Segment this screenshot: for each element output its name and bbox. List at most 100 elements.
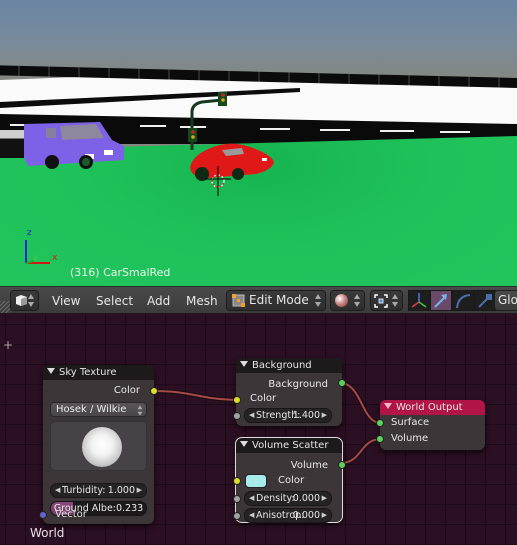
decrement-arrow-icon[interactable]: ◀: [249, 492, 254, 505]
link-volume-to-output: [341, 437, 381, 465]
increment-arrow-icon[interactable]: ▶: [322, 509, 327, 522]
volume-scatter-node[interactable]: Volume Scatter Volume Color ◀ Density: 0…: [233, 437, 346, 523]
anisotropy-field[interactable]: ◀ Anisotrop: 0.000 ▶: [244, 508, 332, 523]
input-surface-label: Surface: [391, 417, 430, 428]
increment-arrow-icon[interactable]: ▶: [137, 484, 142, 497]
output-color-socket[interactable]: [150, 387, 158, 395]
translate-arrow-icon: [434, 294, 447, 308]
input-vector-label: Vector: [55, 509, 87, 520]
node-header[interactable]: Sky Texture: [43, 365, 154, 380]
input-strength-socket[interactable]: [233, 412, 241, 420]
output-background-socket[interactable]: [338, 379, 346, 387]
output-volume-label: Volume: [290, 460, 328, 471]
increment-arrow-icon[interactable]: ▶: [322, 492, 327, 505]
link-sky-to-background: [152, 389, 239, 402]
input-vector-socket[interactable]: [39, 511, 47, 519]
updown-arrows-icon: [137, 405, 143, 416]
3d-cursor[interactable]: [205, 166, 231, 196]
anisotropy-value: 0.000: [292, 510, 320, 521]
density-label: Density:: [256, 493, 295, 504]
color-swatch[interactable]: [245, 474, 267, 488]
input-anisotropy-socket[interactable]: [233, 512, 241, 520]
output-color-label: Color: [113, 385, 140, 396]
collapse-triangle-icon[interactable]: [240, 441, 248, 447]
edit-mode-icon: [232, 294, 245, 307]
node-header[interactable]: Volume Scatter: [236, 438, 342, 453]
density-field[interactable]: ◀ Density: 0.000 ▶: [244, 491, 332, 506]
decrement-arrow-icon[interactable]: ◀: [55, 484, 60, 497]
input-color-label: Color: [250, 393, 277, 404]
menu-select[interactable]: Select: [96, 291, 133, 311]
viewport-shading-selector[interactable]: [330, 290, 365, 311]
sky-preview: [50, 421, 147, 471]
node-title: World Output: [396, 402, 463, 413]
increment-arrow-icon[interactable]: ▶: [322, 409, 327, 422]
updown-arrows-icon: [315, 294, 321, 307]
input-volume-label: Volume: [391, 433, 429, 444]
input-color-socket[interactable]: [233, 396, 241, 404]
turbidity-label: Turbidity:: [62, 485, 106, 496]
output-volume-socket[interactable]: [338, 461, 346, 469]
translate-manipulator-button[interactable]: [430, 290, 452, 311]
pivot-bounding-box-icon: [374, 294, 388, 308]
menu-mesh[interactable]: Mesh: [186, 291, 218, 311]
solid-sphere-icon: [335, 294, 348, 307]
crosshair-cursor-icon: +: [3, 338, 14, 352]
node-tree-context-label: World: [30, 526, 65, 540]
sky-preview-sphere: [82, 427, 122, 467]
editor-type-selector[interactable]: [10, 290, 39, 311]
rotate-manipulator-button[interactable]: [452, 290, 474, 311]
sky-texture-node[interactable]: Sky Texture Color Hosek / Wilkie ◀ Turbi…: [39, 365, 158, 524]
node-header[interactable]: World Output: [380, 400, 485, 415]
axis-gizmo: z y x: [25, 228, 58, 264]
pivot-point-selector[interactable]: [370, 290, 403, 311]
menu-view[interactable]: View: [52, 291, 80, 311]
collapse-triangle-icon[interactable]: [240, 361, 248, 367]
mode-label: Edit Mode: [249, 293, 309, 307]
updown-arrows-icon: [392, 294, 398, 307]
3d-viewport[interactable]: z y x (316) CarSmalRed: [0, 0, 517, 286]
menu-add[interactable]: Add: [147, 291, 170, 311]
node-header[interactable]: Background: [236, 358, 342, 373]
orientation-label: Glob: [498, 293, 517, 307]
collapse-triangle-icon[interactable]: [47, 368, 55, 374]
input-volume-socket[interactable]: [376, 435, 384, 443]
axis-x-label: x: [52, 253, 58, 263]
3d-view-header: View Select Add Mesh Edit Mode Glo: [0, 286, 517, 314]
sky-type-dropdown[interactable]: Hosek / Wilkie: [50, 402, 147, 417]
node-editor[interactable]: + Sky Texture Color Hosek / Wilkie ◀ Tur…: [0, 314, 517, 545]
input-color-socket[interactable]: [233, 477, 241, 485]
cube-icon: [16, 295, 27, 306]
mode-selector[interactable]: Edit Mode: [226, 290, 326, 311]
node-title: Volume Scatter: [252, 440, 329, 451]
area-split-handle[interactable]: [0, 301, 10, 313]
strength-field[interactable]: ◀ Strength: 1.400 ▶: [244, 408, 332, 423]
transform-orientation-selector[interactable]: Glob: [494, 290, 517, 311]
updown-arrows-icon: [28, 294, 34, 307]
manipulator-toggle[interactable]: [408, 290, 430, 311]
axis-z-label: z: [27, 228, 32, 238]
strength-value: 1.400: [292, 410, 320, 421]
scale-manipulator-button[interactable]: [474, 290, 496, 311]
input-color-label: Color: [278, 475, 305, 486]
density-value: 0.000: [292, 493, 320, 504]
axis-y-label: y: [33, 253, 38, 262]
active-object-label: (316) CarSmalRed: [70, 266, 171, 279]
updown-arrows-icon: [354, 294, 360, 307]
rotate-arc-icon: [456, 294, 471, 309]
input-density-socket[interactable]: [233, 495, 241, 503]
output-background-label: Background: [268, 379, 328, 390]
sky-type-value: Hosek / Wilkie: [56, 404, 127, 415]
turbidity-value: 1.000: [107, 485, 135, 496]
input-surface-socket[interactable]: [376, 419, 384, 427]
link-background-to-surface: [341, 381, 381, 425]
turbidity-field[interactable]: ◀ Turbidity: 1.000 ▶: [50, 483, 147, 498]
collapse-triangle-icon[interactable]: [384, 403, 392, 409]
decrement-arrow-icon[interactable]: ◀: [249, 409, 254, 422]
purple-van: [24, 122, 124, 169]
node-title: Background: [252, 360, 312, 371]
world-output-node[interactable]: World Output Surface Volume: [376, 400, 485, 450]
decrement-arrow-icon[interactable]: ◀: [249, 509, 254, 522]
manipulator-axes-icon: [411, 293, 427, 308]
background-node[interactable]: Background Background Color ◀ Strength: …: [233, 358, 346, 426]
